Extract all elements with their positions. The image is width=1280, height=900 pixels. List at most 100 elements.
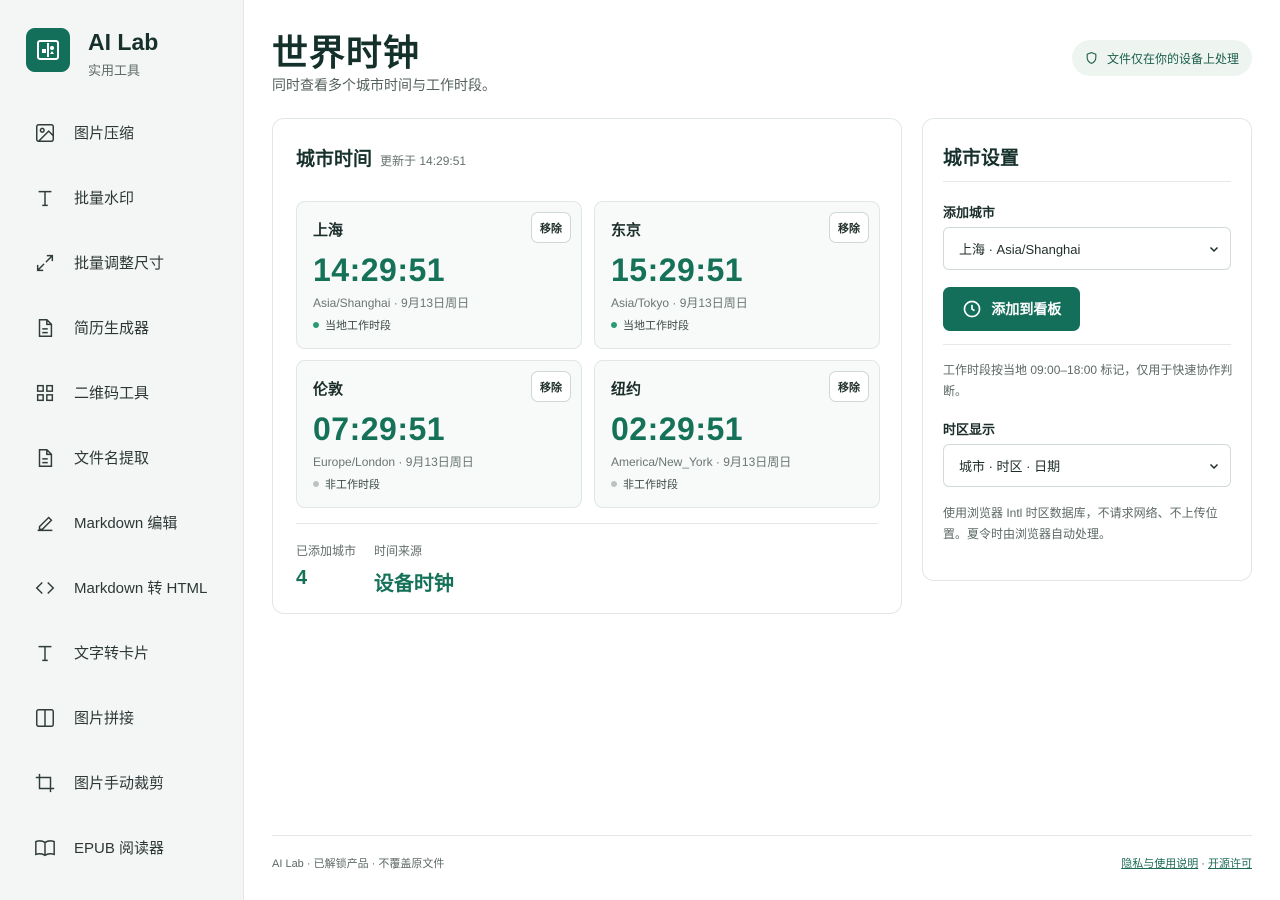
sidebar-item-filename-extract[interactable]: 文件名提取 — [0, 425, 244, 490]
sidebar-item-label: 批量水印 — [74, 190, 135, 207]
divider — [943, 181, 1231, 182]
privacy-badge-text: 文件仅在你的设备上处理 — [1106, 51, 1239, 66]
city-zone: Asia/Tokyo · 9月13日周日 — [611, 296, 748, 310]
license-link[interactable]: 开源许可 — [1208, 858, 1252, 870]
remove-city-button[interactable]: 移除 — [829, 212, 869, 243]
book-icon — [33, 836, 57, 860]
privacy-badge: 文件仅在你的设备上处理 — [1072, 40, 1252, 76]
sidebar-item-label: EPUB 阅读器 — [74, 840, 165, 857]
grid-icon — [33, 381, 57, 405]
city-settings-card: 城市设置 添加城市 上海 · Asia/Shanghai 添加到看板 工作时段按… — [922, 118, 1252, 581]
page-subtitle: 同时查看多个城市时间与工作时段。 — [272, 77, 496, 93]
code-icon — [33, 576, 57, 600]
status-dot — [611, 481, 617, 487]
city-card-shanghai: 上海 移除 14:29:51 Asia/Shanghai · 9月13日周日 当… — [296, 201, 582, 349]
sidebar-item-label: 图片手动裁剪 — [74, 775, 165, 792]
app-subtitle: 实用工具 — [88, 63, 141, 78]
footer-text: AI Lab · 已解锁产品 · 不覆盖原文件 — [272, 858, 445, 870]
city-zone: Europe/London · 9月13日周日 — [313, 455, 474, 469]
work-status: 非工作时段 — [611, 476, 678, 492]
add-to-board-button[interactable]: 添加到看板 — [943, 287, 1080, 331]
sidebar: AI Lab 实用工具 图片压缩 批量水印 批量调整尺寸 简历生成器 二维码工具… — [0, 0, 244, 900]
city-times-card: 城市时间 更新于 14:29:51 上海 移除 14:29:51 Asia/Sh… — [272, 118, 902, 614]
sidebar-item-qrcode[interactable]: 二维码工具 — [0, 360, 244, 425]
sidebar-item-image-crop[interactable]: 图片手动裁剪 — [0, 750, 244, 815]
sidebar-item-label: 文件名提取 — [74, 450, 150, 467]
sidebar-nav: 图片压缩 批量水印 批量调整尺寸 简历生成器 二维码工具 文件名提取 Markd… — [0, 100, 244, 880]
text-icon — [33, 186, 57, 210]
remove-city-button[interactable]: 移除 — [829, 371, 869, 402]
stat-value: 4 — [296, 567, 308, 589]
sidebar-item-batch-watermark[interactable]: 批量水印 — [0, 165, 244, 230]
timezone-display-select-value: 城市 · 时区 · 日期 — [959, 459, 1061, 474]
shield-icon — [1086, 52, 1097, 65]
sidebar-item-image-compress[interactable]: 图片压缩 — [0, 100, 244, 165]
city-card-tokyo: 东京 移除 15:29:51 Asia/Tokyo · 9月13日周日 当地工作… — [594, 201, 880, 349]
updated-time: 更新于 14:29:51 — [380, 154, 467, 168]
divider — [943, 344, 1231, 345]
work-status-text: 非工作时段 — [325, 479, 380, 491]
sidebar-item-label: Markdown 转 HTML — [74, 580, 208, 597]
sidebar-item-markdown-to-html[interactable]: Markdown 转 HTML — [0, 555, 244, 620]
app-name: AI Lab — [88, 29, 159, 55]
city-zone: Asia/Shanghai · 9月13日周日 — [313, 296, 470, 310]
page-title: 世界时钟 — [272, 32, 421, 73]
pen-icon — [33, 511, 57, 535]
sidebar-item-label: 图片压缩 — [74, 125, 135, 142]
remove-city-button[interactable]: 移除 — [531, 371, 571, 402]
sidebar-item-image-stitch[interactable]: 图片拼接 — [0, 685, 244, 750]
sidebar-item-label: 图片拼接 — [74, 710, 135, 727]
clock-icon — [963, 300, 980, 318]
city-name: 东京 — [611, 222, 642, 239]
settings-title: 城市设置 — [943, 148, 1020, 169]
work-hours-note: 工作时段按当地 09:00–18:00 标记，仅用于快速协作判断。 — [943, 363, 1233, 398]
timezone-note: 使用浏览器 Intl 时区数据库，不请求网络、不上传位置。夏令时由浏览器自动处理… — [943, 506, 1218, 541]
footer-divider — [272, 835, 1252, 836]
sidebar-item-markdown-edit[interactable]: Markdown 编辑 — [0, 490, 244, 555]
work-status: 当地工作时段 — [313, 317, 391, 333]
columns-icon — [33, 706, 57, 730]
work-status: 非工作时段 — [313, 476, 380, 492]
brand[interactable]: AI Lab 实用工具 — [26, 28, 158, 79]
work-status-text: 当地工作时段 — [623, 320, 689, 332]
remove-city-button[interactable]: 移除 — [531, 212, 571, 243]
image-icon — [33, 121, 57, 145]
add-to-board-label: 添加到看板 — [991, 301, 1062, 317]
sidebar-item-batch-resize[interactable]: 批量调整尺寸 — [0, 230, 244, 295]
sidebar-item-label: Markdown 编辑 — [74, 515, 178, 532]
city-time: 14:29:51 — [313, 252, 446, 288]
sidebar-item-label: 文字转卡片 — [74, 645, 150, 662]
status-dot — [313, 322, 319, 328]
status-dot — [313, 481, 319, 487]
divider — [296, 523, 878, 524]
work-status-text: 非工作时段 — [623, 479, 678, 491]
city-zone: America/New_York · 9月13日周日 — [611, 455, 792, 469]
work-status-text: 当地工作时段 — [325, 320, 391, 332]
sidebar-item-label: 简历生成器 — [74, 320, 150, 337]
city-card-new-york: 纽约 移除 02:29:51 America/New_York · 9月13日周… — [594, 360, 880, 508]
add-city-select-value: 上海 · Asia/Shanghai — [959, 242, 1081, 257]
privacy-link[interactable]: 隐私与使用说明 — [1121, 858, 1198, 870]
city-time: 02:29:51 — [611, 411, 744, 447]
app-logo-icon — [26, 28, 70, 72]
document-icon — [33, 316, 57, 340]
chevron-down-icon — [1209, 463, 1219, 470]
city-times-title: 城市时间 — [296, 149, 373, 170]
resize-icon — [33, 251, 57, 275]
status-dot — [611, 322, 617, 328]
sidebar-item-text-to-card[interactable]: 文字转卡片 — [0, 620, 244, 685]
city-name: 纽约 — [611, 381, 642, 398]
stat-label: 时间来源 — [374, 544, 423, 558]
stat-label: 已添加城市 — [296, 544, 357, 558]
sidebar-item-resume[interactable]: 简历生成器 — [0, 295, 244, 360]
footer-links: 隐私与使用说明 · 开源许可 — [1121, 855, 1252, 871]
work-status: 当地工作时段 — [611, 317, 689, 333]
text-icon — [33, 641, 57, 665]
stat-city-count: 已添加城市 4 — [296, 542, 356, 590]
crop-icon — [33, 771, 57, 795]
sidebar-item-label: 批量调整尺寸 — [74, 255, 165, 272]
city-name: 伦敦 — [313, 381, 344, 398]
add-city-select[interactable]: 上海 · Asia/Shanghai — [943, 227, 1231, 270]
sidebar-item-epub-reader[interactable]: EPUB 阅读器 — [0, 815, 244, 880]
timezone-display-select[interactable]: 城市 · 时区 · 日期 — [943, 444, 1231, 487]
